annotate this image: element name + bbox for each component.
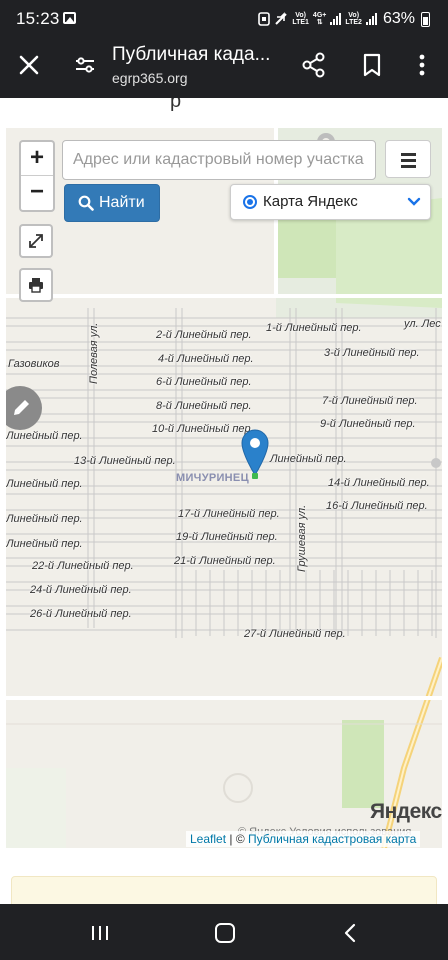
signal-1-icon [330,13,342,25]
location-marker-icon[interactable] [240,428,270,476]
street-label: 24-й Линейный пер. [30,584,132,596]
street-label: 3-й Линейный пер. [324,347,420,359]
recents-icon[interactable] [90,924,110,942]
printer-icon [29,278,43,293]
find-button[interactable]: Найти [64,184,160,222]
parcel-dot [252,473,258,479]
volte1-indicator: Vo) LTE1 [292,12,309,26]
pencil-icon [14,400,29,415]
zoom-in-button[interactable]: + [21,142,53,176]
back-icon[interactable] [342,922,358,944]
street-label: Линейный пер. [6,478,83,490]
page-title: Публичная када... [112,44,271,65]
leaflet-link[interactable]: Leaflet [190,832,226,846]
mute-icon [275,12,288,25]
street-label: 1-й Линейный пер. [266,322,362,334]
custom-tab-toolbar: Публичная када... egrp365.org [0,38,448,98]
street-label: 13-й Линейный пер. [74,455,176,467]
cadastre-map-link[interactable]: Публичная кадастровая карта [248,832,416,846]
chevron-down-icon [407,197,421,206]
cadastral-map[interactable]: 1-й Линейный пер. ул. Лес 2-й Линейный п… [6,128,442,848]
web-page: р 1-й Линейный пер. ул. Лес 2-й Линейный… [0,98,448,904]
battery-percent: 63% [382,10,415,27]
battery-icon [421,11,430,27]
menu-button[interactable] [385,140,431,178]
zoom-control: + − [19,140,55,212]
close-icon[interactable] [16,52,42,78]
print-button[interactable] [19,268,53,302]
expand-icon [29,234,43,248]
signal-2-icon [365,13,377,25]
home-icon[interactable] [215,923,235,943]
street-label: Линейный пер. [6,430,83,442]
street-label: 17-й Линейный пер. [178,508,280,520]
street-label: Грушевая ул. [296,504,308,572]
street-label: ул. Лес [404,318,441,330]
street-label: 7-й Линейный пер. [322,395,418,407]
street-label: Полевая ул. [88,322,100,384]
radio-selected-icon [243,195,257,209]
street-label: 9-й Линейный пер. [320,418,416,430]
street-label: 22-й Линейный пер. [32,560,134,572]
street-label: Линейный пер. [6,513,83,525]
street-label: 27-й Линейный пер. [244,628,346,640]
street-label: Линейный пер. [6,538,83,550]
site-settings-icon[interactable] [72,52,98,78]
status-icons: Vo) LTE1 4G+ ⇅ Vo) LTE2 63% [258,8,430,30]
street-label: Линейный пер. [270,453,347,465]
street-label: 26-й Линейный пер. [30,608,132,620]
more-vert-icon[interactable] [408,51,436,79]
share-icon[interactable] [300,51,328,79]
base-layer-select[interactable]: Карта Яндекс [230,184,431,220]
base-layer-label: Карта Яндекс [263,193,358,210]
gallery-notification-icon [63,12,76,24]
phone-screen: 15:23 Vo) LTE1 4G+ ⇅ Vo) LTE2 63% Публичная… [0,0,448,960]
search-icon [78,195,94,211]
info-panel [11,876,437,904]
page-heading-fragment: р [170,98,182,112]
street-label: 10-й Линейный пер. [152,423,254,435]
street-label: 21-й Линейный пер. [174,555,276,567]
bookmark-icon[interactable] [358,51,386,79]
system-nav-bar [0,904,448,960]
volte2-indicator: Vo) LTE2 [345,12,362,26]
street-label: Газовиков [8,358,60,370]
street-label: 14-й Линейный пер. [328,477,430,489]
nfc-icon [258,12,271,26]
settlement-label: МИЧУРИНЕЦ [176,472,249,484]
4g-indicator: 4G+ ⇅ [312,12,327,26]
cadastral-search-input[interactable]: Адрес или кадастровый номер участка [62,140,376,180]
yandex-logo: Яндекс [370,800,442,823]
attribution-separator: | © [226,832,248,846]
street-label: 2-й Линейный пер. [156,329,252,341]
street-label: 16-й Линейный пер. [326,500,428,512]
street-label: 6-й Линейный пер. [156,376,252,388]
street-label: 19-й Линейный пер. [176,531,278,543]
zoom-out-button[interactable]: − [21,176,53,210]
street-label: 4-й Линейный пер. [158,353,254,365]
page-domain: egrp365.org [112,70,188,86]
find-button-label: Найти [99,194,145,211]
map-attribution: Leaflet | © Публичная кадастровая карта [186,831,421,847]
status-time: 15:23 [16,9,60,28]
status-bar: 15:23 Vo) LTE1 4G+ ⇅ Vo) LTE2 63% [0,0,448,38]
street-label: 8-й Линейный пер. [156,400,252,412]
fullscreen-button[interactable] [19,224,53,258]
